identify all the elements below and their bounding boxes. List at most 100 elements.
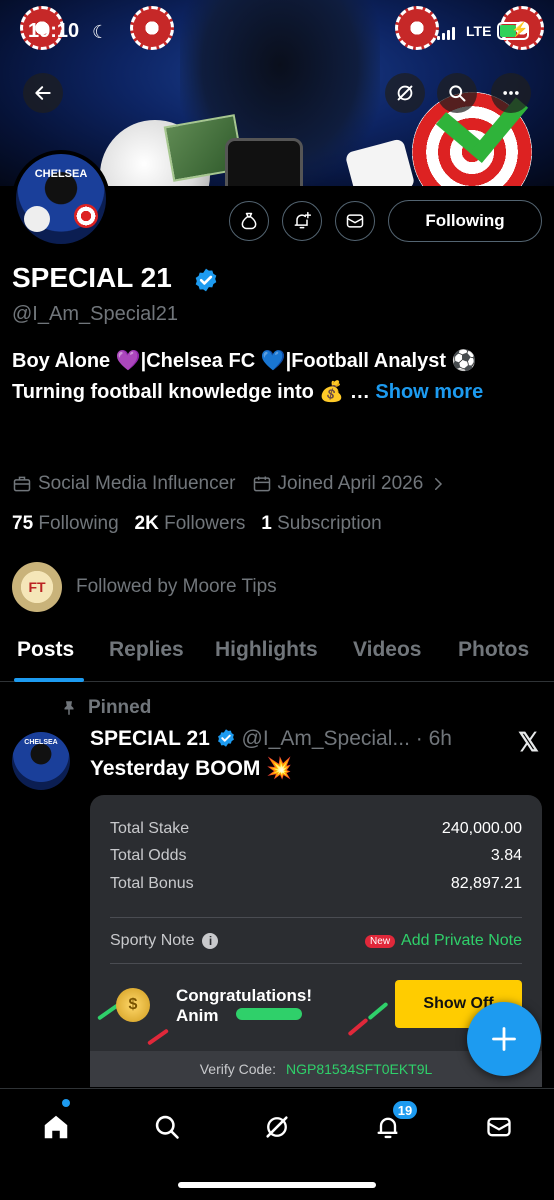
total-odds-value: 3.84 [490,847,522,864]
subscription-label: Subscription [277,513,382,534]
total-odds-row: Total Odds 3.84 [110,847,522,865]
total-odds-label: Total Odds [110,847,187,864]
avatar-label: CHELSEA [24,739,58,746]
post-handle-time: @I_Am_Special... · 6h [241,727,452,750]
more-icon [503,91,519,95]
following-link[interactable]: 75 Following [12,513,119,534]
status-bar: 19:10 ☾ LTE ⚡ [0,20,554,48]
phone-image [225,138,303,186]
subscription-link[interactable]: 1 Subscription [261,513,381,534]
nav-home[interactable] [36,1107,76,1147]
search-icon [155,1115,179,1139]
compose-plus-icon [492,1027,516,1051]
bell-plus-icon [294,211,312,229]
post-header: SPECIAL 21 @I_Am_Special... · 6h [90,727,452,751]
profile-handle: @I_Am_Special21 [12,303,178,325]
bio-line: Turning football knowledge into 💰 … Show… [12,377,542,408]
total-bonus-value: 82,897.21 [450,875,522,892]
notify-button[interactable] [282,201,322,241]
congrats-text: Congratulations! Anim [176,986,312,1026]
signal-icon [437,26,455,40]
mail-icon [487,1117,511,1137]
following-label: Following [38,513,119,534]
avatar-label: CHELSEA [34,168,88,180]
search-button[interactable] [437,73,477,113]
followers-count: 2K [134,513,159,534]
x-logo-icon[interactable]: 𝕏 [518,727,539,758]
post-avatar[interactable]: CHELSEA [12,732,70,790]
nav-messages[interactable] [479,1107,519,1147]
verify-code: NGP81534SFT0EKT9L [285,1061,433,1077]
chevron-right-icon[interactable] [429,475,447,493]
profile-meta: Social Media Influencer Joined April 202… [12,473,447,495]
status-time: 19:10 [28,20,80,42]
grok-icon [397,85,413,101]
total-bonus-row: Total Bonus 82,897.21 [110,875,522,893]
confetti-decoration [147,1028,169,1046]
moon-icon: ☾ [92,22,109,42]
pin-icon [64,701,74,715]
calendar-icon [253,476,270,492]
new-badge: New [365,934,396,948]
sporty-note: Sporty Note i [110,932,219,950]
grok-button[interactable] [385,73,425,113]
followed-by[interactable]: FT Followed by Moore Tips [12,562,277,612]
followed-by-text: Followed by Moore Tips [76,576,277,597]
show-more-link[interactable]: Show more [375,381,483,403]
home-icon [44,1115,68,1139]
post-author[interactable]: SPECIAL 21 [90,727,210,750]
back-arrow-icon [35,86,51,100]
bio-line: Boy Alone 💜|Chelsea FC 💙|Football Analys… [12,350,477,372]
nav-grok[interactable] [257,1107,297,1147]
verified-badge-icon [217,729,234,747]
mail-icon [346,214,364,228]
more-button[interactable] [491,73,531,113]
tab-highlights[interactable]: Highlights [215,638,318,662]
home-unread-dot [62,1099,70,1107]
following-button[interactable]: Following [388,200,542,242]
profile-category[interactable]: Social Media Influencer [38,473,236,495]
tab-replies[interactable]: Replies [109,638,184,662]
total-bonus-label: Total Bonus [110,875,194,892]
search-icon [449,85,466,102]
confetti-decoration [347,1017,369,1037]
verify-label: Verify Code: [199,1061,276,1077]
tip-bag-icon [241,212,257,230]
grok-icon [266,1116,288,1138]
divider [110,917,522,918]
pinned-text: Pinned [88,697,152,718]
network-type: LTE [466,23,492,39]
redaction-scribble [236,1008,302,1020]
message-button[interactable] [335,201,375,241]
coin-icon: $ [116,988,150,1022]
total-stake-row: Total Stake 240,000.00 [110,820,522,838]
profile-bio: Boy Alone 💜|Chelsea FC 💙|Football Analys… [12,346,542,408]
pinned-label: Pinned [60,697,151,719]
profile-avatar[interactable]: CHELSEA [12,150,110,248]
compose-button[interactable] [467,1002,541,1076]
subscription-count: 1 [261,513,272,534]
tab-posts[interactable]: Posts [17,638,74,662]
home-indicator [178,1182,376,1188]
tab-photos[interactable]: Photos [458,638,529,662]
congrats-line: Congratulations! [176,986,312,1005]
profile-counts: 75 Following 2K Followers 1 Subscription [12,513,382,535]
divider [110,963,522,964]
post-text: Yesterday BOOM 💥 [90,757,293,780]
football-image [24,206,50,232]
tab-videos[interactable]: Videos [353,638,421,662]
tip-button[interactable] [229,201,269,241]
follower-avatar: FT [12,562,62,612]
briefcase-icon [13,476,31,492]
add-private-note: New Add Private Note [365,932,522,950]
joined-date: Joined April 2026 [277,473,424,494]
nav-search[interactable] [147,1107,187,1147]
followers-link[interactable]: 2K Followers [135,513,246,534]
back-button[interactable] [23,73,63,113]
confetti-decoration [367,1001,389,1021]
bio-line-text: Turning football knowledge into 💰 … [12,381,370,403]
followers-label: Followers [164,513,246,534]
verified-badge-icon[interactable] [193,267,219,293]
active-tab-indicator [14,678,84,682]
profile-name: SPECIAL 21 [12,262,172,293]
